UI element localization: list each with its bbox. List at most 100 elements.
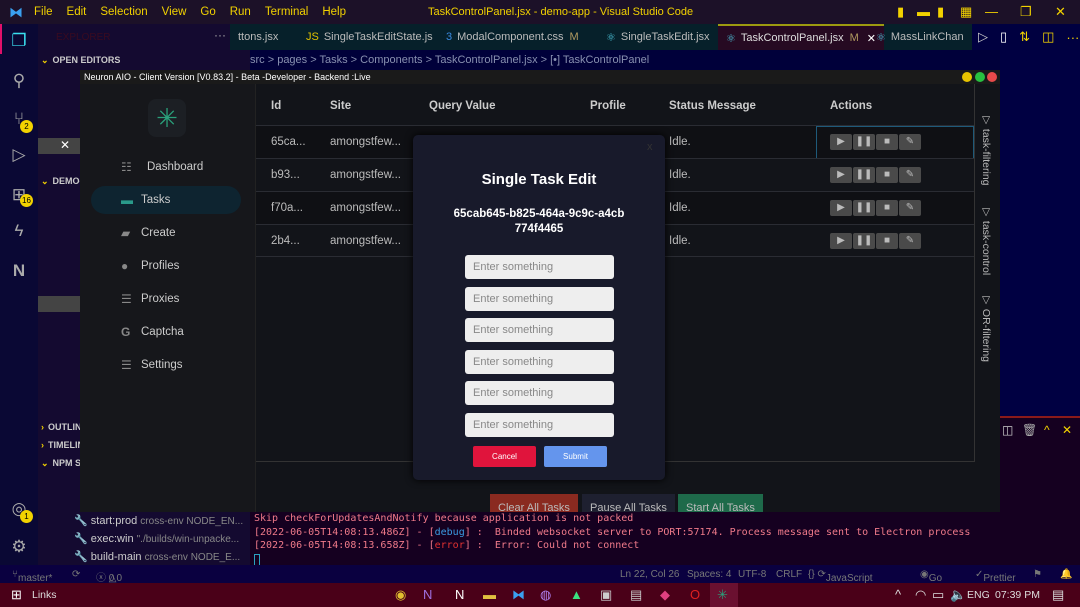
split-terminal-icon[interactable]: ◫ xyxy=(1002,423,1013,437)
onenote-icon[interactable]: N xyxy=(423,587,432,602)
close-window-button[interactable]: ✕ xyxy=(1055,4,1066,20)
run-debug-icon[interactable]: ▷ xyxy=(8,144,30,166)
terminal[interactable]: Skip checkForUpdatesAndNotify because ap… xyxy=(250,512,1080,566)
tab-singletaskedit[interactable]: ⚛ SingleTaskEdit.jsx xyxy=(598,24,718,50)
edit-task-icon[interactable]: ✎ xyxy=(899,134,921,150)
language-indicator[interactable]: ENG xyxy=(967,589,990,601)
modal-input-6[interactable] xyxy=(465,413,614,437)
battery-icon[interactable]: ▭ xyxy=(932,587,944,603)
restore-button[interactable]: ❐ xyxy=(1020,4,1032,20)
breadcrumb[interactable]: src > pages > Tasks > Components > TaskC… xyxy=(250,50,1000,70)
start-task-icon[interactable]: ▶ xyxy=(830,134,852,150)
maximize-dot[interactable] xyxy=(975,72,985,82)
nav-tasks[interactable]: ▬ Tasks xyxy=(91,186,241,214)
nav-dashboard[interactable]: ☷ Dashboard xyxy=(91,153,241,181)
modal-close-button[interactable]: x xyxy=(647,141,653,153)
notion-taskbar-icon[interactable]: N xyxy=(455,587,464,602)
toggle-secondary-sidebar-icon[interactable]: ▮ xyxy=(937,4,944,20)
vscode-taskbar-icon[interactable]: ⧓ xyxy=(512,587,525,603)
sync-icon[interactable]: ⟳ xyxy=(72,569,80,580)
file-explorer-icon[interactable]: ▬ xyxy=(483,587,496,602)
stop-task-icon[interactable]: ■ xyxy=(876,167,898,183)
language-mode[interactable]: {} ⟳ JavaScript React xyxy=(808,569,873,595)
wifi-icon[interactable]: ◠ xyxy=(915,587,926,603)
menu-file[interactable]: File xyxy=(34,6,53,18)
edit-task-icon[interactable]: ✎ xyxy=(899,200,921,216)
encoding[interactable]: UTF-8 xyxy=(738,569,766,580)
github-icon[interactable]: ◍ xyxy=(540,587,551,603)
indentation[interactable]: Spaces: 4 xyxy=(687,569,731,580)
clock[interactable]: 07:39 PM xyxy=(995,589,1040,601)
npm-script-item[interactable]: 🔧 build-main cross-env NODE_E... xyxy=(74,550,240,563)
branch-status[interactable]: ⑂ master* xyxy=(12,569,52,584)
windows-start-icon[interactable]: ⊞ xyxy=(11,587,22,603)
npm-script-item[interactable]: 🔧 start:prod cross-env NODE_EN... xyxy=(74,514,243,527)
tab-or-filtering[interactable]: ▽ OR-filtering xyxy=(980,294,992,362)
app-icon[interactable]: ▤ xyxy=(630,587,642,603)
nav-proxies[interactable]: ☰ Proxies xyxy=(91,285,241,313)
pause-task-icon[interactable]: ❚❚ xyxy=(853,167,875,183)
stop-task-icon[interactable]: ■ xyxy=(876,134,898,150)
feedback-icon[interactable]: ⚑ xyxy=(1033,569,1042,580)
minimap[interactable] xyxy=(1000,50,1080,416)
search-icon[interactable]: ⚲ xyxy=(8,70,30,92)
minimize-dot[interactable] xyxy=(962,72,972,82)
menu-edit[interactable]: Edit xyxy=(67,6,87,18)
start-task-icon[interactable]: ▶ xyxy=(830,233,852,249)
neuron-taskbar-icon[interactable]: ✳ xyxy=(717,587,728,603)
more-actions-icon[interactable]: ··· xyxy=(214,28,226,42)
tab-singletaskeditstate[interactable]: JS SingleTaskEditState.js xyxy=(298,24,441,50)
lightning-icon[interactable]: ϟ xyxy=(8,220,30,242)
android-studio-icon[interactable]: ▲ xyxy=(570,587,583,602)
tab-masslinkchange[interactable]: ⚛ MassLinkChan xyxy=(872,24,968,50)
maximize-panel-icon[interactable]: ^ xyxy=(1044,423,1050,437)
action-center-icon[interactable]: ▤ xyxy=(1052,587,1064,603)
monitor-icon[interactable]: ▣ xyxy=(600,587,612,603)
split-editor-icon[interactable]: ◫ xyxy=(1042,29,1054,45)
modal-input-5[interactable] xyxy=(465,381,614,405)
stop-task-icon[interactable]: ■ xyxy=(876,233,898,249)
start-task-icon[interactable]: ▶ xyxy=(830,200,852,216)
npm-script-item[interactable]: 🔧 exec:win "./builds/win-unpacke... xyxy=(74,532,239,545)
cancel-button[interactable]: Cancel xyxy=(473,446,536,467)
menu-selection[interactable]: Selection xyxy=(100,6,147,18)
go-live[interactable]: ◉ Go Live xyxy=(920,569,947,595)
nav-captcha[interactable]: G Captcha xyxy=(91,318,241,346)
layout-icon[interactable]: ▦ xyxy=(960,4,972,20)
tab-task-control[interactable]: ▽ task-control xyxy=(980,206,992,275)
selected-editor-row[interactable]: ✕ xyxy=(38,138,80,154)
stop-task-icon[interactable]: ■ xyxy=(876,200,898,216)
links-toolbar[interactable]: Links xyxy=(32,589,57,601)
tab-buttons[interactable]: ttons.jsx xyxy=(230,24,286,50)
pause-task-icon[interactable]: ❚❚ xyxy=(853,233,875,249)
prettier[interactable]: ✓ Prettier xyxy=(975,569,1016,584)
cursor-position[interactable]: Ln 22, Col 26 xyxy=(620,569,680,580)
menu-terminal[interactable]: Terminal xyxy=(265,6,308,18)
start-task-icon[interactable]: ▶ xyxy=(830,167,852,183)
figma-icon[interactable]: ◆ xyxy=(660,587,670,603)
submit-button[interactable]: Submit xyxy=(544,446,607,467)
minimize-button[interactable]: — xyxy=(985,4,998,19)
close-panel-icon[interactable]: ✕ xyxy=(1062,423,1072,437)
chrome-icon[interactable]: ◉ xyxy=(395,587,406,603)
open-preview-icon[interactable]: ▯ xyxy=(1000,29,1007,45)
volume-icon[interactable]: 🔈 xyxy=(950,587,966,603)
explorer-icon[interactable]: ❐ xyxy=(8,30,30,52)
settings-gear-icon[interactable]: ⚙ xyxy=(8,536,30,558)
eol[interactable]: CRLF xyxy=(776,569,802,580)
toggle-sidebar-icon[interactable]: ▮ xyxy=(897,4,904,20)
menu-help[interactable]: Help xyxy=(322,6,346,18)
menu-view[interactable]: View xyxy=(162,6,187,18)
menu-go[interactable]: Go xyxy=(200,6,215,18)
modal-input-1[interactable] xyxy=(465,255,614,279)
nav-create[interactable]: ▰ Create xyxy=(91,219,241,247)
notion-icon[interactable]: N xyxy=(8,260,30,282)
tab-taskcontrolpanel[interactable]: ⚛ TaskControlPanel.jsx M ✕ xyxy=(718,24,884,50)
edit-task-icon[interactable]: ✎ xyxy=(899,167,921,183)
modal-input-4[interactable] xyxy=(465,350,614,374)
pause-task-icon[interactable]: ❚❚ xyxy=(853,200,875,216)
opera-icon[interactable]: O xyxy=(690,587,700,602)
compare-changes-icon[interactable]: ⇅ xyxy=(1019,29,1030,45)
trash-icon[interactable]: 🗑 xyxy=(1022,423,1037,437)
tray-overflow-icon[interactable]: ^ xyxy=(895,587,901,602)
